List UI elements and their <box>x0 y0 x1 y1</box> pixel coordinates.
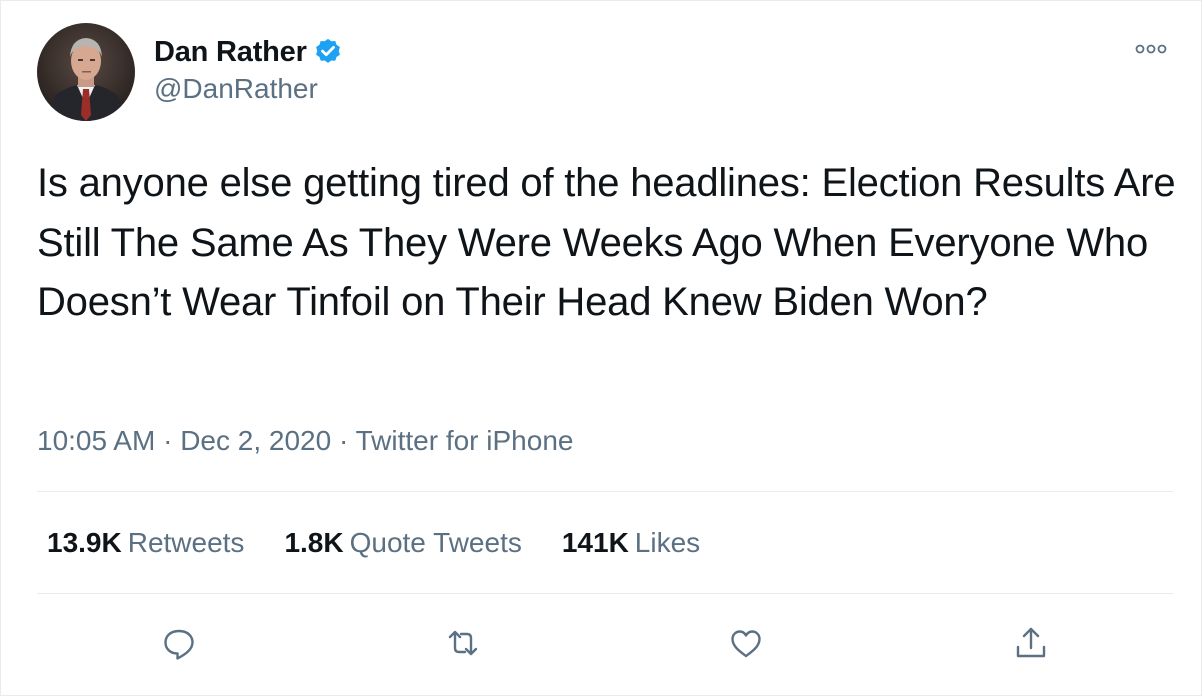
author-name-row[interactable]: Dan Rather <box>154 33 343 71</box>
share-icon <box>1016 627 1046 658</box>
display-name[interactable]: Dan Rather <box>154 36 307 69</box>
retweets-count: 13.9K <box>47 527 122 558</box>
tweet-text: Is anyone else getting tired of the head… <box>37 161 1176 324</box>
like-icon <box>731 630 761 658</box>
share-button[interactable] <box>1011 623 1051 663</box>
divider <box>37 593 1173 594</box>
tweet-source[interactable]: Twitter for iPhone <box>356 425 574 456</box>
quote-tweets-stat[interactable]: 1.8K Quote Tweets <box>284 527 521 559</box>
retweet-button[interactable] <box>443 623 483 663</box>
reply-icon <box>164 629 194 660</box>
tweet-date[interactable]: Dec 2, 2020 <box>180 425 331 456</box>
retweet-icon <box>448 630 478 656</box>
quote-tweets-label: Quote Tweets <box>349 527 522 558</box>
avatar[interactable] <box>37 23 135 121</box>
tweet-stats: 13.9K Retweets 1.8K Quote Tweets 141K Likes <box>47 527 740 559</box>
divider <box>37 491 1173 492</box>
quote-tweets-count: 1.8K <box>284 527 344 558</box>
retweets-stat[interactable]: 13.9K Retweets <box>47 527 244 559</box>
retweets-label: Retweets <box>127 527 245 558</box>
avatar-image <box>37 23 135 121</box>
tweet-meta: 10:05 AM · Dec 2, 2020 · Twitter for iPh… <box>37 425 573 457</box>
verified-badge-icon <box>313 37 343 67</box>
tweet-time[interactable]: 10:05 AM <box>37 425 155 456</box>
like-button[interactable] <box>726 623 766 663</box>
likes-stat[interactable]: 141K Likes <box>562 527 700 559</box>
likes-count: 141K <box>561 527 629 558</box>
meta-separator: · <box>163 425 181 456</box>
likes-label: Likes <box>634 527 701 558</box>
meta-separator: · <box>338 425 356 456</box>
more-options-icon[interactable] <box>1133 39 1169 59</box>
reply-button[interactable] <box>159 623 199 663</box>
author-handle[interactable]: @DanRather <box>154 73 318 105</box>
tweet-card: Dan Rather @DanRather Is anyone else get… <box>0 0 1202 696</box>
